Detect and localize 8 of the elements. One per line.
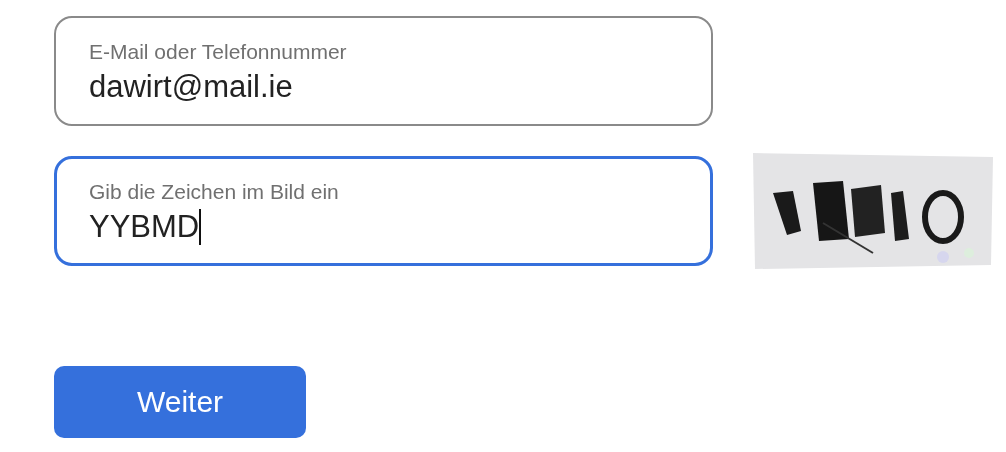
field-value: dawirt@mail.ie <box>89 68 293 106</box>
field-label: E-Mail oder Telefonnummer <box>89 39 347 65</box>
field-label: Gib die Zeichen im Bild ein <box>89 179 339 205</box>
input-field[interactable]: E-Mail oder Telefonnummer dawirt@mail.ie <box>54 16 713 126</box>
text-cursor <box>199 209 202 245</box>
field-value: YYBMD <box>89 208 200 246</box>
input-field[interactable]: Gib die Zeichen im Bild ein YYBMD <box>54 156 713 266</box>
continue-button[interactable]: Weiter <box>54 366 306 438</box>
